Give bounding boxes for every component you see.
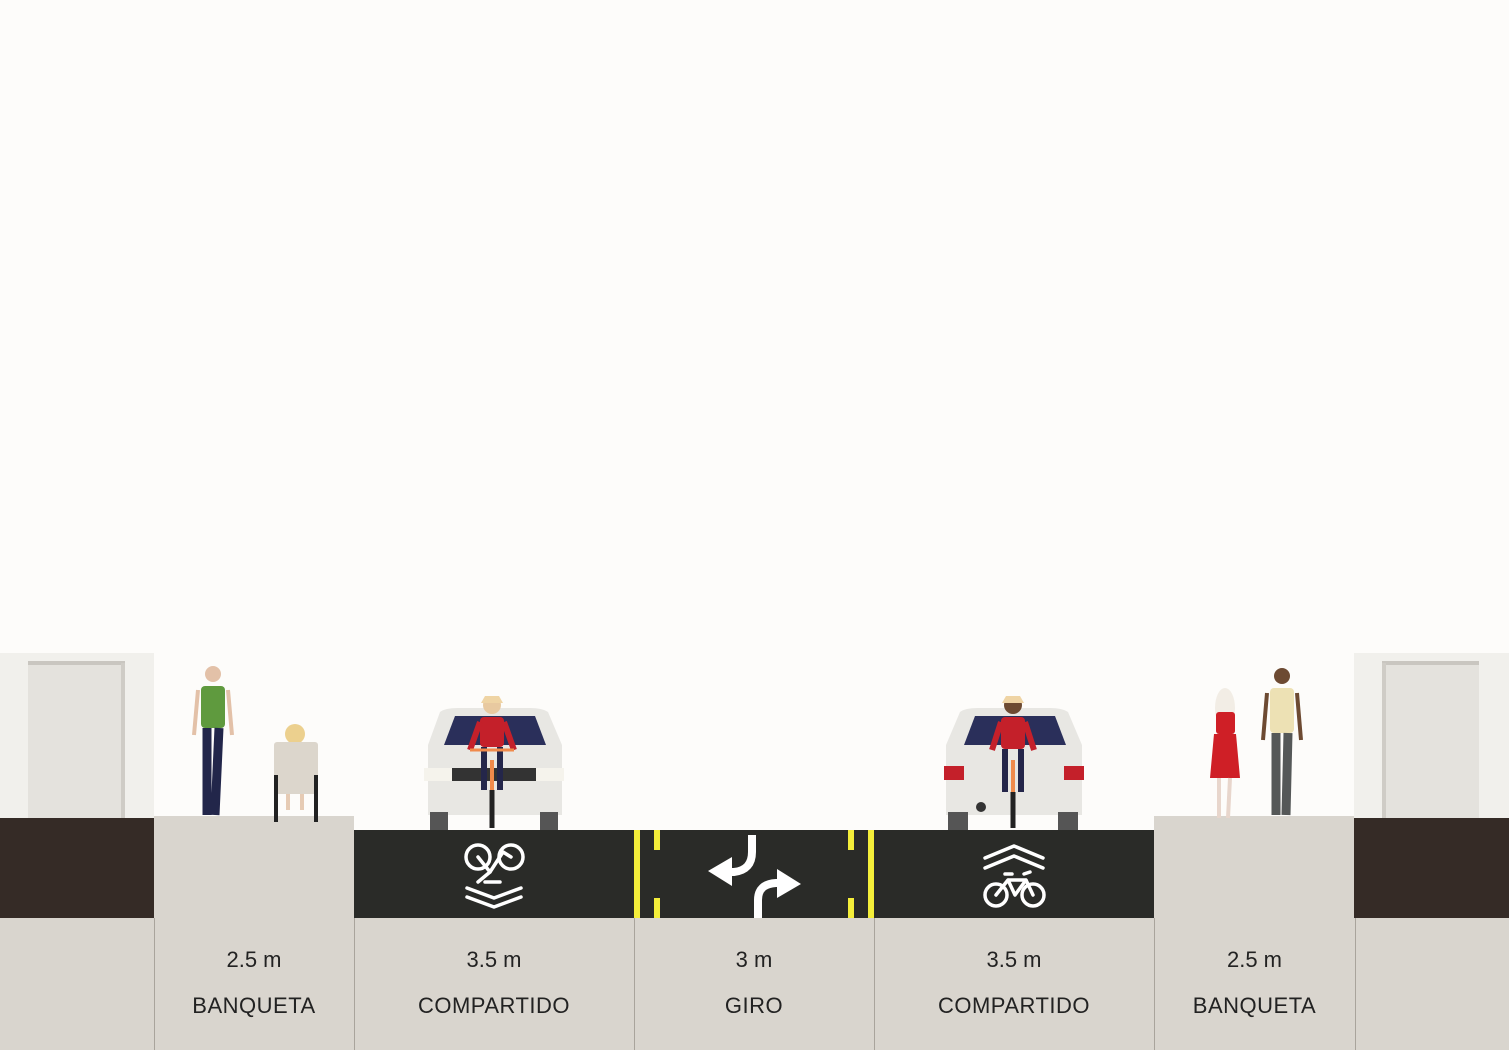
segment-name: GIRO <box>724 993 784 1018</box>
segment-width: 2.5 m <box>226 947 282 972</box>
segment-width: 3 m <box>735 947 773 972</box>
segment-width: 3.5 m <box>986 947 1042 972</box>
segment-sidewalk-right: 2.5 m BANQUETA <box>1154 0 1355 1050</box>
building-left <box>0 653 154 918</box>
segment-name: BANQUETA <box>192 993 316 1018</box>
segment-name: COMPARTIDO <box>417 993 571 1018</box>
segment-width: 3.5 m <box>466 947 522 972</box>
segment-width: 2.5 m <box>1226 947 1283 972</box>
segment-divider <box>1355 918 1356 1050</box>
segment-shared-lane-right: 3.5 m COMPARTIDO <box>874 0 1154 1050</box>
segment-name: COMPARTIDO <box>937 993 1091 1018</box>
segment-sidewalk-left: 2.5 m BANQUETA <box>154 0 354 1050</box>
segment-shared-lane-left: 3.5 m COMPARTIDO <box>354 0 634 1050</box>
segment-turn-lane: 3 m GIRO <box>634 0 874 1050</box>
building-right <box>1354 653 1509 918</box>
segment-name: BANQUETA <box>1192 993 1317 1018</box>
